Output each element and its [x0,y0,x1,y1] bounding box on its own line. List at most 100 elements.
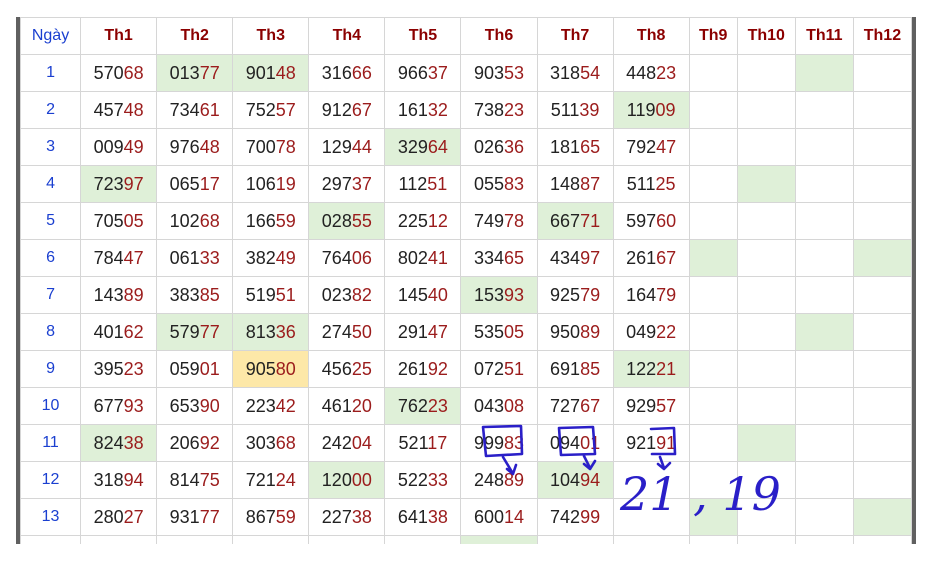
result-cell[interactable]: 24204 [308,424,386,462]
result-cell[interactable]: 07251 [460,350,538,388]
result-cell[interactable]: 76223 [384,387,462,425]
result-cell[interactable]: 90353 [460,54,538,92]
result-cell[interactable] [688,387,738,425]
result-cell[interactable] [736,165,796,203]
result-cell[interactable]: 57977 [156,313,234,351]
result-cell[interactable]: 14540 [384,276,462,314]
result-cell[interactable]: 33465 [460,239,538,277]
result-cell[interactable] [688,461,738,499]
result-cell[interactable]: 51951 [232,276,310,314]
result-cell[interactable]: 29147 [384,313,462,351]
result-cell[interactable]: 16132 [384,91,462,129]
result-cell[interactable]: 02855 [308,202,386,240]
result-cell[interactable]: 93177 [156,498,234,536]
result-cell[interactable]: 86759 [232,498,310,536]
result-cell[interactable] [612,498,690,536]
result-cell[interactable]: 31894 [80,461,158,499]
month-header[interactable]: Th12 [852,17,912,55]
result-cell[interactable] [736,276,796,314]
result-cell[interactable]: 64138 [384,498,462,536]
result-cell[interactable] [736,128,796,166]
result-cell[interactable]: 73823 [460,91,538,129]
result-cell[interactable]: 38249 [232,239,310,277]
result-cell[interactable] [794,535,854,544]
result-cell[interactable] [688,54,738,92]
result-cell[interactable]: 16479 [612,276,690,314]
month-header[interactable]: Th9 [688,17,738,55]
result-cell[interactable]: 79247 [612,128,690,166]
result-cell[interactable]: 52117 [384,424,462,462]
result-cell[interactable]: 10268 [156,202,234,240]
result-cell[interactable]: 43497 [536,239,614,277]
result-cell[interactable] [232,535,310,544]
result-cell[interactable]: 06517 [156,165,234,203]
result-cell[interactable] [736,461,796,499]
result-cell[interactable]: 38385 [156,276,234,314]
month-header[interactable]: Th4 [308,17,386,55]
result-cell[interactable]: 92191 [612,424,690,462]
result-cell[interactable]: 31854 [536,54,614,92]
result-cell[interactable] [688,202,738,240]
result-cell[interactable]: 09401 [536,424,614,462]
result-cell[interactable]: 40162 [80,313,158,351]
result-cell[interactable]: 16659 [232,202,310,240]
result-cell[interactable] [688,350,738,388]
result-cell[interactable] [852,202,912,240]
result-cell[interactable] [308,535,386,544]
result-cell[interactable]: 97648 [156,128,234,166]
result-cell[interactable]: 80241 [384,239,462,277]
result-cell[interactable]: 14389 [80,276,158,314]
result-cell[interactable] [852,350,912,388]
result-cell[interactable]: 90580 [232,350,310,388]
result-cell[interactable]: 12221 [612,350,690,388]
result-cell[interactable] [794,91,854,129]
result-cell[interactable] [736,535,796,544]
result-cell[interactable]: 11909 [612,91,690,129]
result-cell[interactable]: 66771 [536,202,614,240]
result-cell[interactable]: 29737 [308,165,386,203]
result-cell[interactable] [612,461,690,499]
result-cell[interactable]: 74299 [536,498,614,536]
result-cell[interactable]: 96637 [384,54,462,92]
result-cell[interactable] [852,387,912,425]
result-cell[interactable]: 70505 [80,202,158,240]
result-cell[interactable]: 60014 [460,498,538,536]
month-header[interactable]: Th5 [384,17,462,55]
result-cell[interactable] [794,498,854,536]
result-cell[interactable]: 81336 [232,313,310,351]
result-cell[interactable] [852,54,912,92]
result-cell[interactable] [794,387,854,425]
result-cell[interactable]: 44823 [612,54,690,92]
result-cell[interactable] [736,239,796,277]
result-cell[interactable] [736,54,796,92]
result-cell[interactable] [852,276,912,314]
result-cell[interactable] [852,424,912,462]
result-cell[interactable] [736,313,796,351]
result-cell[interactable]: 39523 [80,350,158,388]
result-cell[interactable]: 06133 [156,239,234,277]
result-cell[interactable] [794,313,854,351]
result-cell[interactable]: 91267 [308,91,386,129]
result-cell[interactable] [688,535,738,544]
result-cell[interactable]: 81475 [156,461,234,499]
result-cell[interactable]: 11251 [384,165,462,203]
result-cell[interactable] [156,535,234,544]
result-cell[interactable]: 95089 [536,313,614,351]
result-cell[interactable]: 82438 [80,424,158,462]
result-cell[interactable]: 02636 [460,128,538,166]
result-cell[interactable] [794,424,854,462]
result-cell[interactable] [688,239,738,277]
result-cell[interactable] [736,498,796,536]
result-cell[interactable]: 52233 [384,461,462,499]
result-cell[interactable] [852,91,912,129]
result-cell[interactable] [384,535,462,544]
result-cell[interactable] [612,535,690,544]
result-cell[interactable]: 59760 [612,202,690,240]
result-cell[interactable] [688,128,738,166]
result-cell[interactable]: 12944 [308,128,386,166]
result-cell[interactable]: 10619 [232,165,310,203]
result-cell[interactable] [688,91,738,129]
result-cell[interactable] [794,276,854,314]
result-cell[interactable]: 24889 [460,461,538,499]
result-cell[interactable] [794,128,854,166]
